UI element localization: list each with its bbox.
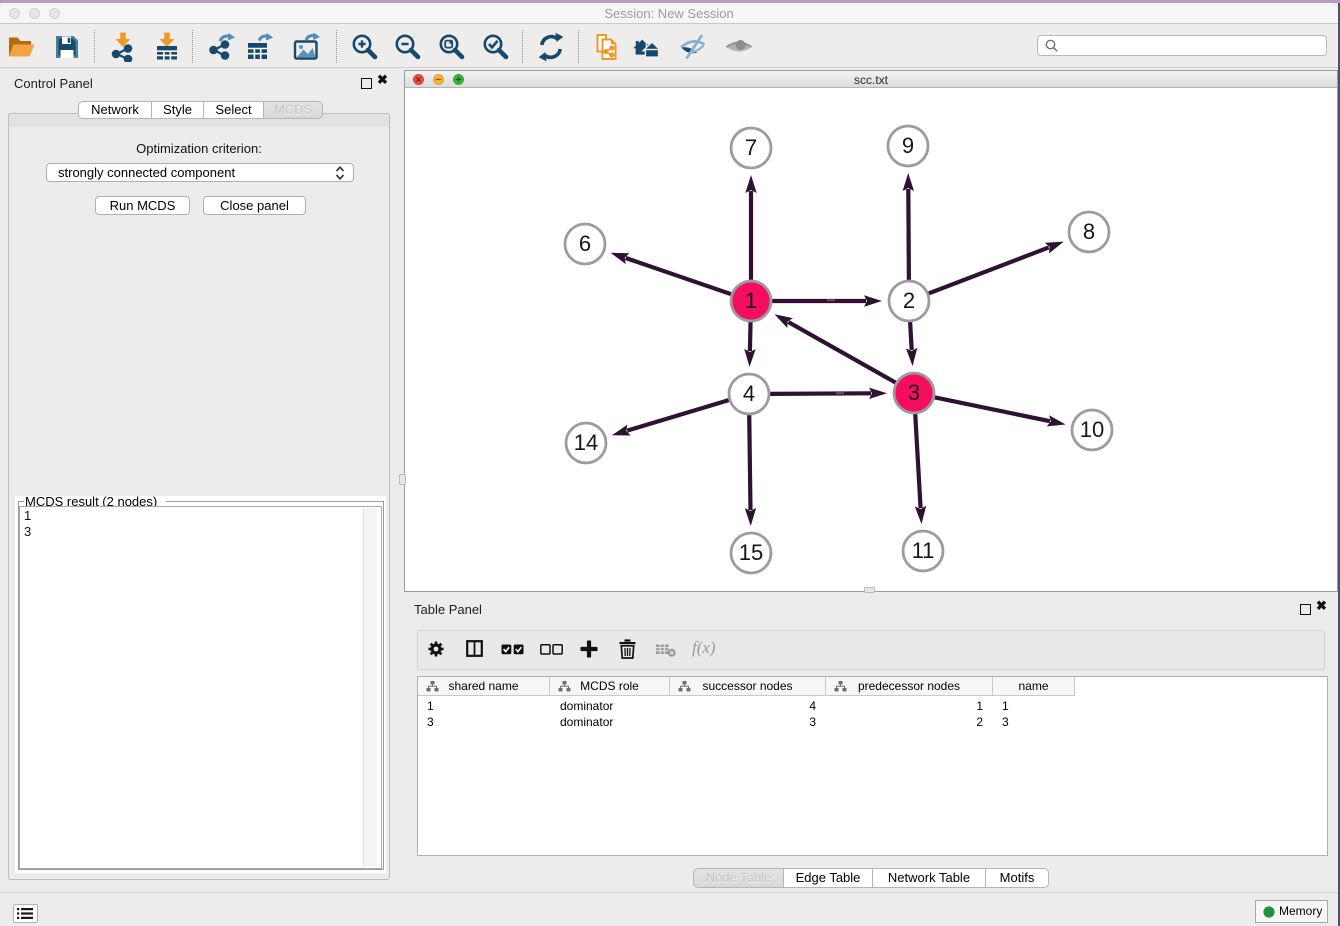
svg-text:15: 15 xyxy=(739,540,763,565)
svg-text:6: 6 xyxy=(579,231,591,256)
svg-text:3: 3 xyxy=(908,380,920,405)
svg-text:10: 10 xyxy=(1080,417,1104,442)
svg-text:8: 8 xyxy=(1083,219,1095,244)
svg-text:4: 4 xyxy=(743,381,755,406)
svg-text:2: 2 xyxy=(903,288,915,313)
svg-text:1: 1 xyxy=(745,288,757,313)
svg-text:9: 9 xyxy=(902,133,914,158)
svg-text:7: 7 xyxy=(745,135,757,160)
svg-text:11: 11 xyxy=(912,538,935,563)
svg-text:14: 14 xyxy=(574,430,598,455)
